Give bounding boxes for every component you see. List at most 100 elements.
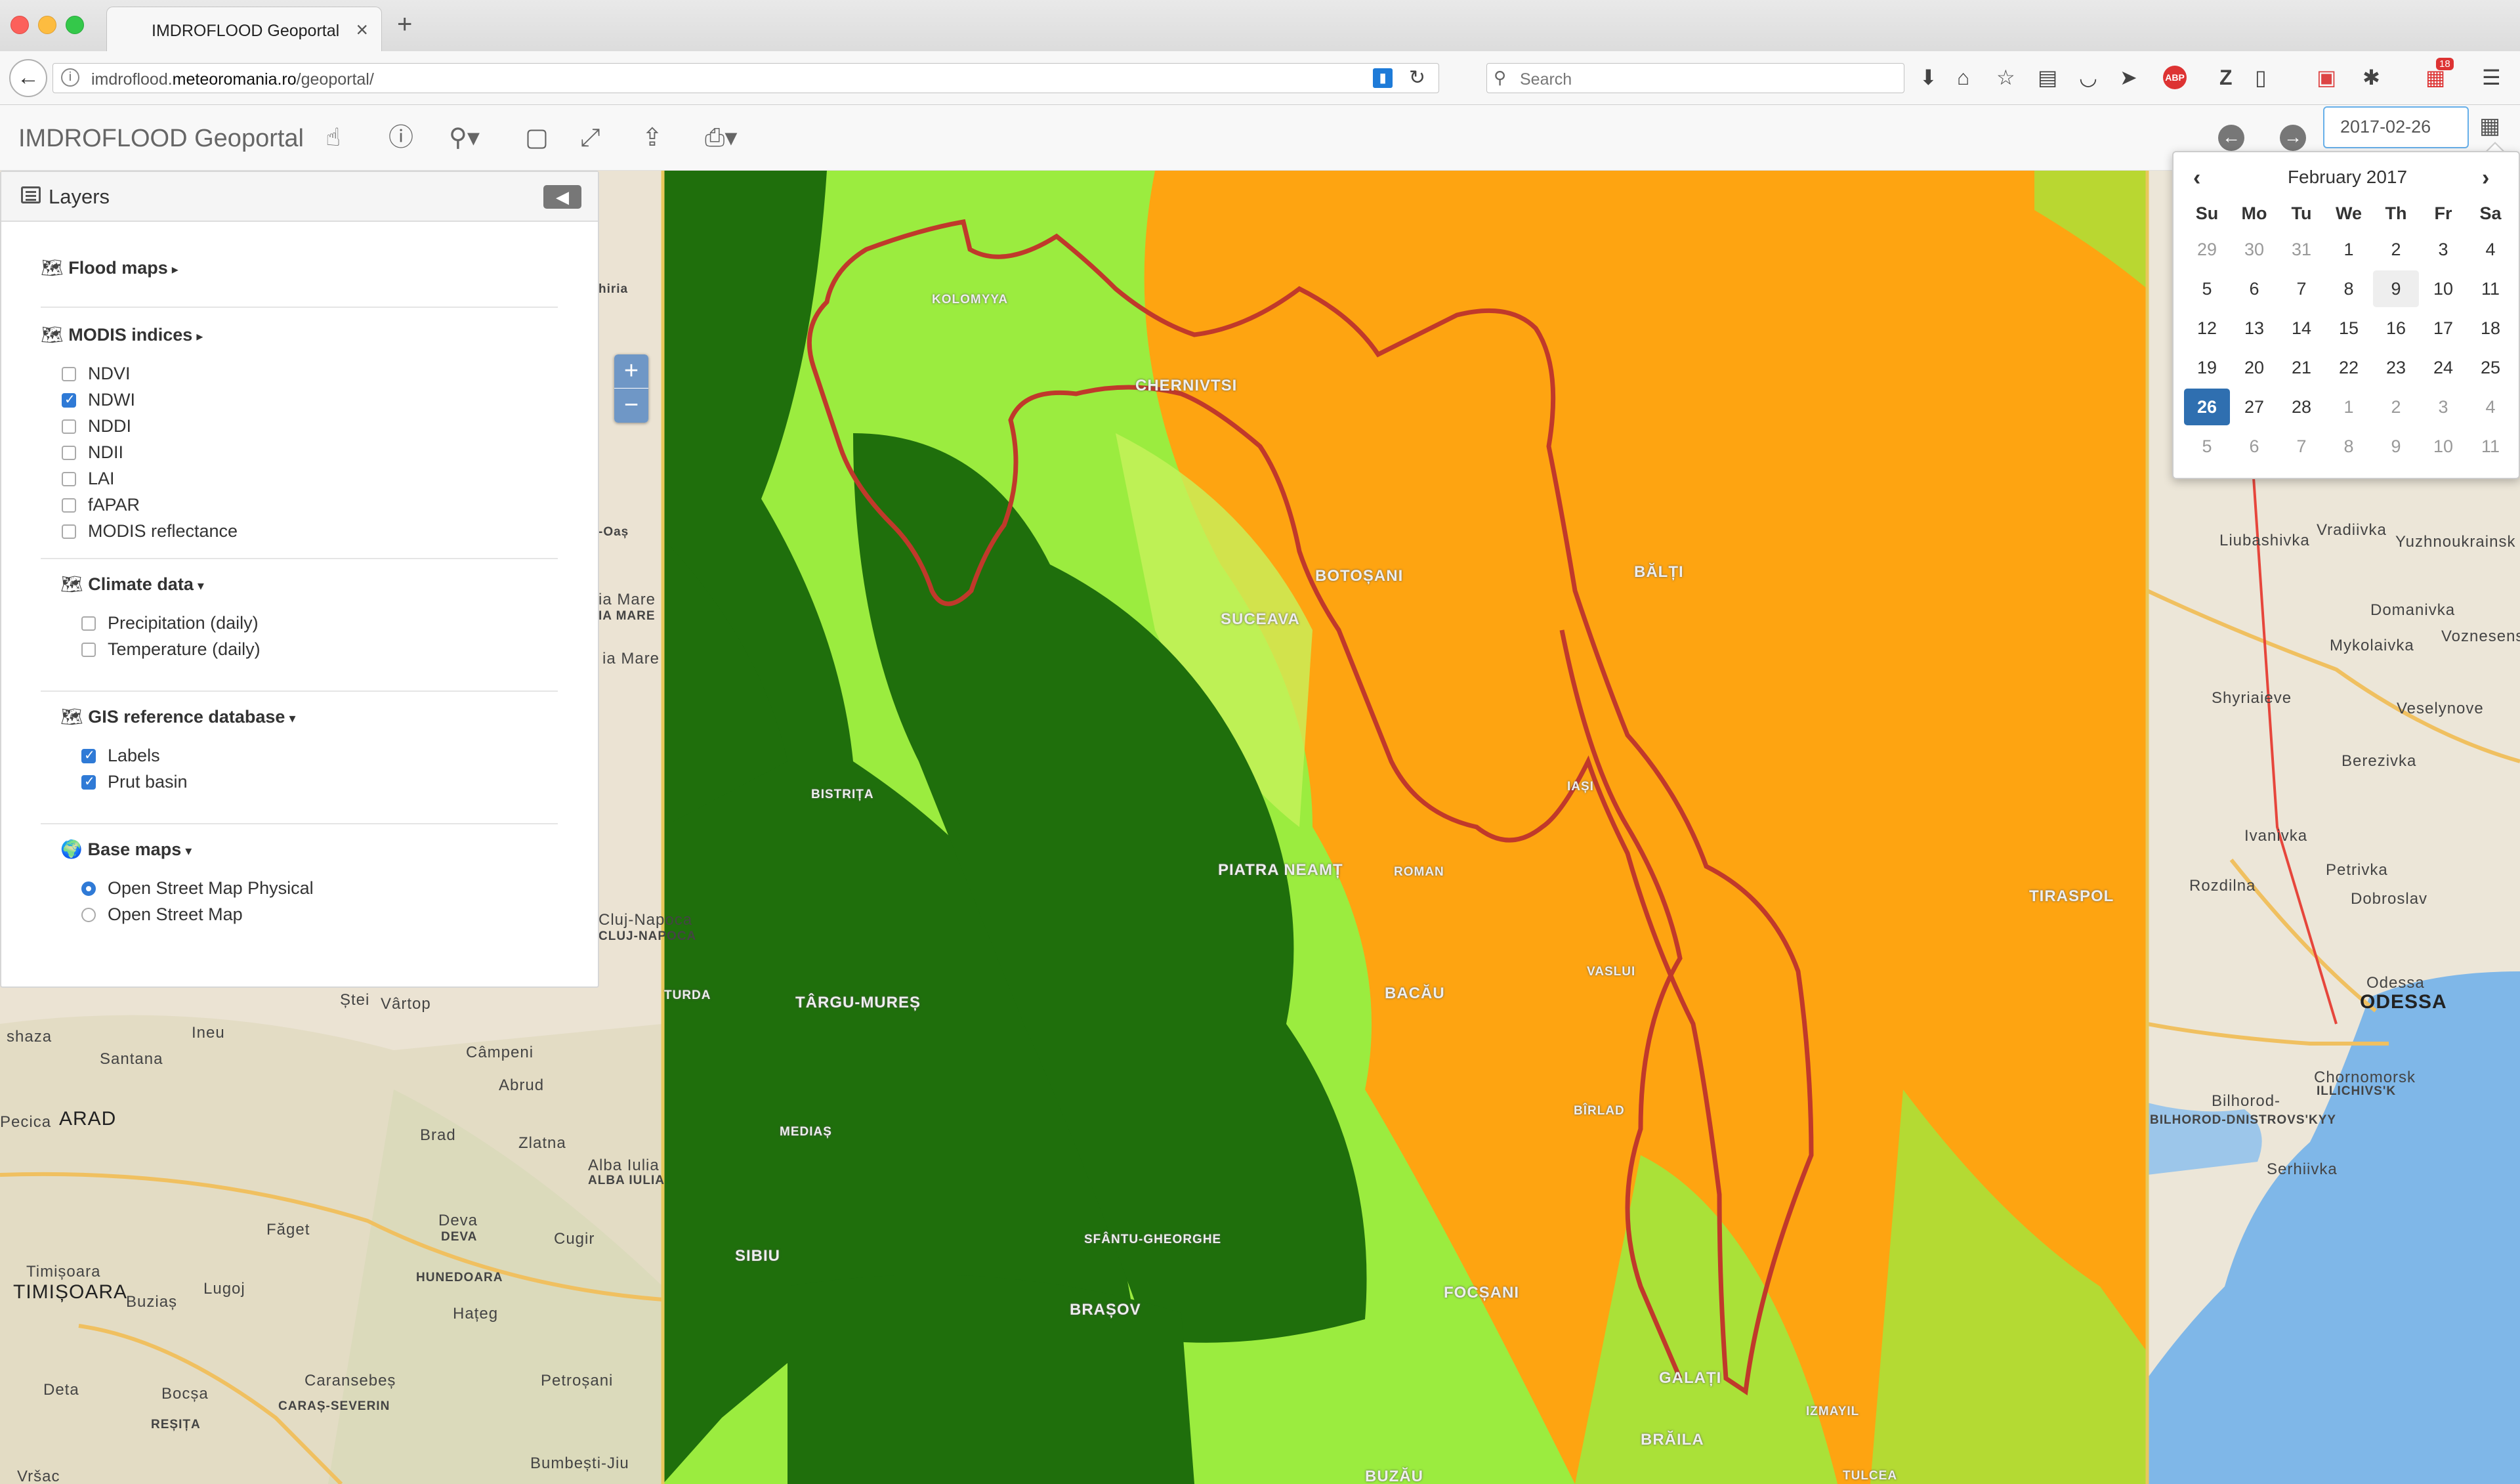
app-brand[interactable]: IMDROFLOOD Geoportal xyxy=(18,125,304,153)
radio-button[interactable] xyxy=(81,881,96,896)
calendar-day[interactable]: 26 xyxy=(2184,389,2230,425)
layer-ndii[interactable]: NDII xyxy=(62,442,123,463)
calendar-day[interactable]: 8 xyxy=(2326,428,2372,465)
save-dropdown-icon[interactable]: ⎙▾ xyxy=(705,123,737,152)
upload-icon[interactable]: ⇪ xyxy=(642,123,663,152)
checkbox[interactable] xyxy=(81,643,96,657)
basemap-osm[interactable]: Open Street Map xyxy=(81,904,243,925)
calendar-day[interactable]: 9 xyxy=(2373,270,2419,307)
info-icon[interactable]: ⓘ xyxy=(388,123,413,152)
bookmark-star-icon[interactable]: ☆ xyxy=(1996,66,2015,89)
send-icon[interactable]: ➤ xyxy=(2120,66,2137,89)
fullscreen-icon[interactable]: ⤢ xyxy=(580,123,600,152)
calendar-day[interactable]: 6 xyxy=(2231,270,2277,307)
checkbox[interactable] xyxy=(62,391,76,408)
calendar-day[interactable]: 27 xyxy=(2231,389,2277,425)
calendar-day[interactable]: 1 xyxy=(2326,231,2372,268)
calendar-day[interactable]: 25 xyxy=(2468,349,2513,386)
layer-nddi[interactable]: NDDI xyxy=(62,416,131,436)
zoom-out-button[interactable]: − xyxy=(614,389,648,423)
calendar-day[interactable]: 13 xyxy=(2231,310,2277,347)
window-close-button[interactable] xyxy=(10,16,29,34)
calendar-day[interactable]: 10 xyxy=(2420,270,2466,307)
calendar-day[interactable]: 7 xyxy=(2278,270,2324,307)
base-maps-toggle[interactable]: 🌍 Base maps ▾ xyxy=(60,839,192,860)
calendar-day[interactable]: 16 xyxy=(2373,310,2419,347)
home-icon[interactable]: ⌂ xyxy=(1957,66,1969,89)
calendar-day[interactable]: 1 xyxy=(2326,389,2372,425)
flood-maps-toggle[interactable]: 🗺 Flood maps ▸ xyxy=(41,257,178,278)
calendar-day[interactable]: 21 xyxy=(2278,349,2324,386)
checkbox[interactable] xyxy=(62,472,76,486)
calendar-day[interactable]: 5 xyxy=(2184,270,2230,307)
checkbox[interactable] xyxy=(62,446,76,460)
site-info-icon[interactable]: i xyxy=(61,68,79,87)
calendar-day[interactable]: 8 xyxy=(2326,270,2372,307)
reload-icon[interactable]: ↻ xyxy=(1409,66,1425,89)
datepicker-month-title[interactable]: February 2017 xyxy=(2174,167,2520,188)
calendar-day[interactable]: 6 xyxy=(2231,428,2277,465)
calendar-day[interactable]: 18 xyxy=(2468,310,2513,347)
radio-button[interactable] xyxy=(81,908,96,922)
checkbox[interactable] xyxy=(62,524,76,539)
download-icon[interactable]: ⬇ xyxy=(1920,66,1937,89)
calendar-day[interactable]: 14 xyxy=(2278,310,2324,347)
gis-database-toggle[interactable]: 🗺 GIS reference database ▾ xyxy=(60,706,295,727)
zotero-icon[interactable]: Z xyxy=(2219,66,2233,89)
checkbox[interactable] xyxy=(81,773,96,790)
reader-view-icon[interactable]: ▮ xyxy=(1373,68,1393,88)
calendar-day[interactable]: 15 xyxy=(2326,310,2372,347)
layer-lai[interactable]: LAI xyxy=(62,469,115,489)
calendar-day[interactable]: 11 xyxy=(2468,270,2513,307)
layer-fapar[interactable]: fAPAR xyxy=(62,495,140,515)
calendar-day[interactable]: 11 xyxy=(2468,428,2513,465)
layer-ndvi[interactable]: NDVI xyxy=(62,364,131,384)
checkbox[interactable] xyxy=(81,616,96,631)
calendar-day[interactable]: 23 xyxy=(2373,349,2419,386)
checkbox[interactable] xyxy=(62,367,76,381)
pocket-icon[interactable]: ◡ xyxy=(2079,66,2097,89)
calendar-day[interactable]: 5 xyxy=(2184,428,2230,465)
window-minimize-button[interactable] xyxy=(38,16,56,34)
calendar-day[interactable]: 4 xyxy=(2468,231,2513,268)
calendar-day[interactable]: 28 xyxy=(2278,389,2324,425)
calendar-day[interactable]: 17 xyxy=(2420,310,2466,347)
zoom-dropdown-icon[interactable]: ⚲▾ xyxy=(449,123,480,152)
calendar-day[interactable]: 20 xyxy=(2231,349,2277,386)
calendar-day[interactable]: 2 xyxy=(2373,231,2419,268)
calendar-day[interactable]: 3 xyxy=(2420,231,2466,268)
layer-temperature[interactable]: Temperature (daily) xyxy=(81,639,261,660)
basemap-osm-physical[interactable]: Open Street Map Physical xyxy=(81,878,314,899)
layer-labels[interactable]: Labels xyxy=(81,746,160,766)
calendar-day[interactable]: 10 xyxy=(2420,428,2466,465)
tab-close-icon[interactable]: × xyxy=(356,18,368,42)
calendar-day[interactable]: 30 xyxy=(2231,231,2277,268)
next-date-button[interactable]: → xyxy=(2280,125,2306,151)
calendar-day[interactable]: 9 xyxy=(2373,428,2419,465)
datepicker-next-button[interactable]: › xyxy=(2482,165,2489,191)
checkbox[interactable] xyxy=(62,498,76,513)
climate-data-toggle[interactable]: 🗺 Climate data ▾ xyxy=(60,574,204,595)
menu-icon[interactable]: ☰ xyxy=(2482,66,2501,89)
layer-modis-reflectance[interactable]: MODIS reflectance xyxy=(62,521,238,541)
extension-icon[interactable]: ▣ xyxy=(2317,66,2336,89)
search-bar[interactable]: ⚲ Search xyxy=(1486,63,1904,93)
back-button[interactable]: ← xyxy=(9,59,47,97)
url-bar[interactable]: i imdroflood.meteoromania.ro/geoportal/ … xyxy=(52,63,1439,93)
checkbox[interactable] xyxy=(62,419,76,434)
calendar-day[interactable]: 19 xyxy=(2184,349,2230,386)
adblock-icon[interactable]: ABP xyxy=(2163,66,2187,89)
calendar-day[interactable]: 31 xyxy=(2278,231,2324,268)
calendar-day[interactable]: 22 xyxy=(2326,349,2372,386)
new-tab-button[interactable]: + xyxy=(397,11,412,37)
layer-precipitation[interactable]: Precipitation (daily) xyxy=(81,613,259,633)
browser-tab[interactable]: IMDROFLOOD Geoportal × xyxy=(106,7,382,51)
date-input[interactable]: 2017-02-26 xyxy=(2323,106,2469,148)
zoom-in-button[interactable]: + xyxy=(614,354,648,389)
layer-ndwi[interactable]: NDWI xyxy=(62,390,135,410)
calendar-day[interactable]: 3 xyxy=(2420,389,2466,425)
select-box-icon[interactable]: ▢ xyxy=(525,123,549,152)
collapse-panel-button[interactable]: ◀ xyxy=(543,185,581,209)
checkbox[interactable] xyxy=(81,747,96,763)
previous-date-button[interactable]: ← xyxy=(2218,125,2244,151)
